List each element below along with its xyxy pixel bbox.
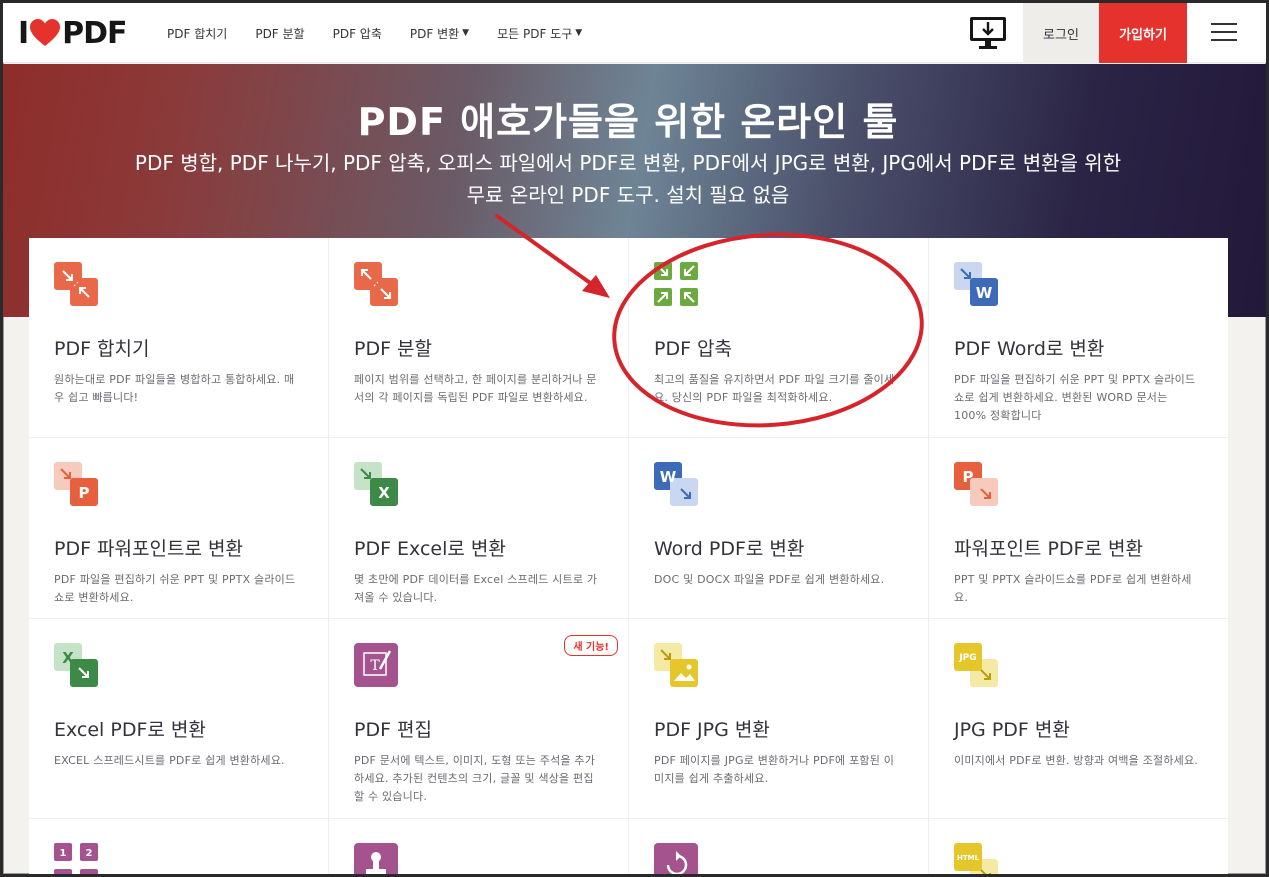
- rotate-icon: [654, 843, 698, 874]
- tool-description: PDF 문서에 텍스트, 이미지, 도형 또는 주석을 추가하세요. 추가된 컨…: [354, 754, 596, 803]
- tool-card-pdf-to-excel[interactable]: X PDF Excel로 변환몇 초만에 PDF 데이터를 Excel 스프레드 …: [329, 438, 629, 619]
- merge-icon: [54, 262, 98, 306]
- svg-text:W: W: [660, 468, 677, 486]
- tool-title: JPG PDF 변환: [954, 719, 1070, 741]
- tool-description: PPT 및 PPTX 슬라이드쇼를 PDF로 쉽게 변환하세요.: [954, 573, 1192, 604]
- main-nav: PDF 합치기 PDF 분할 PDF 압축 PDF 변환 ▼ 모든 PDF 도구 ▼: [167, 3, 610, 63]
- stamp-icon: [354, 843, 398, 874]
- svg-text:T: T: [370, 658, 380, 674]
- tool-title: PDF Excel로 변환: [354, 538, 506, 560]
- nav-item-4[interactable]: 모든 PDF 도구 ▼: [497, 25, 582, 42]
- nav-item-label: PDF 압축: [332, 26, 382, 41]
- tool-title: PDF 파워포인트로 변환: [54, 538, 243, 560]
- tool-description: DOC 및 DOCX 파일을 PDF로 쉽게 변환하세요.: [654, 573, 885, 586]
- heart-icon: [30, 19, 61, 46]
- image-icon: [654, 643, 698, 687]
- tool-description: 몇 초만에 PDF 데이터를 Excel 스프레드 시트로 가져올 수 있습니다…: [354, 573, 598, 604]
- tool-title: PDF 분할: [354, 338, 433, 360]
- tool-title: PDF Word로 변환: [954, 338, 1105, 360]
- html-icon: HTML: [954, 843, 998, 874]
- tool-description: 이미지에서 PDF로 변환. 방향과 여백을 조절하세요.: [954, 754, 1198, 767]
- desktop-download-icon[interactable]: [965, 13, 1011, 53]
- svg-text:P: P: [79, 484, 90, 502]
- tool-card-page-numbers[interactable]: 12: [29, 819, 329, 874]
- caret-down-icon: ▼: [575, 28, 583, 38]
- svg-text:X: X: [378, 484, 390, 502]
- tool-title: PDF 압축: [654, 338, 733, 360]
- tool-description: 최고의 품질을 유지하면서 PDF 파일 크기를 줄이세요. 당신의 PDF 파…: [654, 373, 895, 404]
- nav-item-2[interactable]: PDF 압축: [333, 25, 382, 42]
- compress-icon: [654, 262, 698, 306]
- nav-item-1[interactable]: PDF 분할: [255, 25, 304, 42]
- tool-card-split[interactable]: PDF 분할페이지 범위를 선택하고, 한 페이지를 분리하거나 문서의 각 페…: [329, 238, 629, 438]
- signup-button[interactable]: 가입하기: [1099, 3, 1187, 63]
- tool-title: PDF JPG 변환: [654, 719, 770, 741]
- tool-card-sign[interactable]: [329, 819, 629, 874]
- site-header: I PDF PDF 합치기 PDF 분할 PDF 압축 PDF 변환 ▼ 모든 PDF 도…: [3, 3, 1266, 63]
- split-icon: [354, 262, 398, 306]
- powerpoint-icon: P: [54, 462, 98, 506]
- tool-description: 원하는대로 PDF 파일들을 병합하고 통합하세요. 매우 쉽고 빠릅니다!: [54, 373, 295, 404]
- hero-title: PDF 애호가들을 위한 온라인 툴: [357, 100, 899, 144]
- login-button[interactable]: 로그인: [1023, 3, 1099, 63]
- nav-item-label: PDF 분할: [255, 26, 305, 41]
- tool-card-rotate[interactable]: [629, 819, 929, 874]
- excel-icon: X: [354, 462, 398, 506]
- hero-subtitle: PDF 병합, PDF 나누기, PDF 압축, 오피스 파일에서 PDF로 변…: [134, 151, 1122, 207]
- tool-card-excel-to-pdf[interactable]: X Excel PDF로 변환 EXCEL 스프레드시트를 PDF로 쉽게 변환하세…: [29, 619, 329, 819]
- svg-text:1: 1: [60, 848, 67, 859]
- excel-icon: X: [54, 643, 98, 687]
- svg-text:W: W: [976, 284, 993, 302]
- word-icon: W: [954, 262, 998, 306]
- svg-text:2: 2: [86, 848, 93, 859]
- tool-title: 파워포인트 PDF로 변환: [954, 538, 1143, 560]
- caret-down-icon: ▼: [462, 28, 470, 38]
- tool-card-merge[interactable]: PDF 합치기원하는대로 PDF 파일들을 병합하고 통합하세요. 매우 쉽고 …: [29, 238, 329, 438]
- tool-description: EXCEL 스프레드시트를 PDF로 쉽게 변환하세요.: [54, 754, 285, 767]
- nav-item-3[interactable]: PDF 변환 ▼: [410, 25, 469, 42]
- tool-title: PDF 합치기: [54, 338, 150, 360]
- tool-card-pdf-to-word[interactable]: W PDF Word로 변환 PDF 파일을 편집하기 쉬운 PPT 및 PPTX …: [929, 238, 1228, 438]
- tool-description: PDF 페이지를 JPG로 변환하거나 PDF에 포함된 이미지를 쉽게 추출하…: [654, 754, 895, 785]
- tool-description: 페이지 범위를 선택하고, 한 페이지를 분리하거나 문서의 각 페이지를 독립…: [354, 373, 597, 404]
- browser-frame: I PDF PDF 합치기 PDF 분할 PDF 압축 PDF 변환 ▼ 모든 PDF 도…: [0, 0, 1269, 877]
- nav-item-label: 모든 PDF 도구: [497, 26, 573, 41]
- tool-description: PDF 파일을 편집하기 쉬운 PPT 및 PPTX 슬라이드쇼로 쉽게 변환하…: [954, 373, 1196, 422]
- tool-card-word-to-pdf[interactable]: W Word PDF로 변환 DOC 및 DOCX 파일을 PDF로 쉽게 변환하세…: [629, 438, 929, 619]
- svg-text:JPG: JPG: [958, 653, 976, 663]
- logo-letter-i: I: [18, 15, 29, 51]
- tool-card-ppt-to-pdf[interactable]: P 파워포인트 PDF로 변환 PPT 및 PPTX 슬라이드쇼를 PDF로 쉽게 …: [929, 438, 1228, 619]
- ilovepdf-logo[interactable]: I PDF: [18, 15, 128, 51]
- tool-description: PDF 파일을 편집하기 쉬운 PPT 및 PPTX 슬라이드쇼로 변환하세요.: [54, 573, 296, 604]
- nav-item-label: PDF 변환: [409, 26, 460, 41]
- svg-text:HTML: HTML: [957, 854, 980, 862]
- nav-item-label: PDF 합치기: [167, 26, 228, 41]
- tool-title: Word PDF로 변환: [654, 538, 805, 560]
- powerpoint-icon: P: [954, 462, 998, 506]
- tool-title: PDF 편집: [354, 719, 433, 741]
- svg-text:X: X: [62, 649, 74, 667]
- tool-card-html-to-pdf[interactable]: HTML: [929, 819, 1228, 874]
- tool-title: Excel PDF로 변환: [54, 719, 206, 741]
- tool-card-jpg-to-pdf[interactable]: JPG JPG PDF 변환이미지에서 PDF로 변환. 방향과 여백을 조절하세…: [929, 619, 1228, 819]
- new-feature-badge: 새 기능!: [564, 635, 618, 656]
- tool-card-pdf-to-ppt[interactable]: P PDF 파워포인트로 변환 PDF 파일을 편집하기 쉬운 PPT 및 PPTX…: [29, 438, 329, 619]
- page-numbers-icon: 12: [54, 843, 98, 874]
- tools-grid: PDF 합치기원하는대로 PDF 파일들을 병합하고 통합하세요. 매우 쉽고 …: [29, 238, 1228, 874]
- jpg-icon: JPG: [954, 643, 998, 687]
- word-icon: W: [654, 462, 698, 506]
- logo-letters-pdf: PDF: [62, 15, 127, 51]
- tool-card-compress[interactable]: PDF 압축최고의 품질을 유지하면서 PDF 파일 크기를 줄이세요. 당신의…: [629, 238, 929, 438]
- nav-item-0[interactable]: PDF 합치기: [167, 25, 227, 42]
- tool-card-pdf-to-jpg[interactable]: PDF JPG 변환 PDF 페이지를 JPG로 변환하거나 PDF에 포함된 이…: [629, 619, 929, 819]
- svg-text:P: P: [963, 468, 974, 486]
- edit-icon: T: [354, 643, 398, 687]
- tool-card-edit-pdf[interactable]: T PDF 편집 PDF 문서에 텍스트, 이미지, 도형 또는 주석을 추가하세요…: [329, 619, 629, 819]
- hamburger-menu-icon[interactable]: [1211, 23, 1237, 43]
